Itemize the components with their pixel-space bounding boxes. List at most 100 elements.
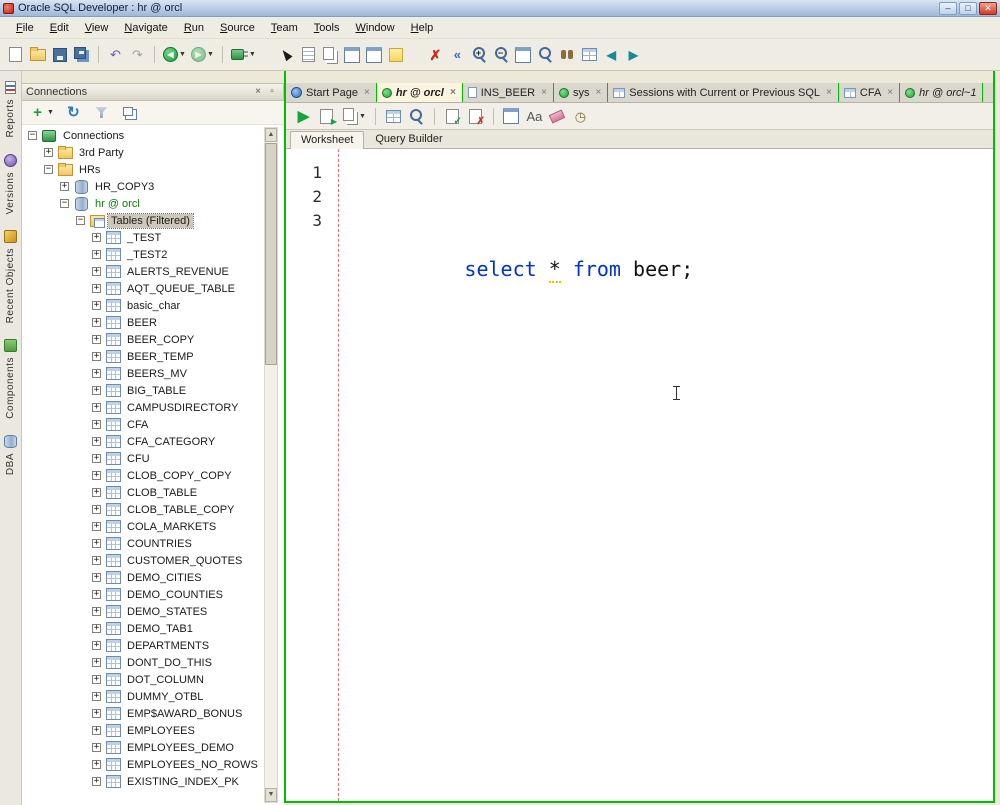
edit-doc-icon[interactable]: ▼ <box>299 44 318 66</box>
new-file-icon[interactable]: ▼ <box>6 44 25 66</box>
tree-expander[interactable]: + <box>92 777 101 786</box>
side-tab-versions[interactable]: Versions <box>4 154 17 214</box>
tree-expander[interactable]: + <box>92 573 101 582</box>
tree-expander[interactable]: + <box>92 709 101 718</box>
tree-item[interactable]: + CUSTOMER_QUOTES <box>22 552 284 569</box>
tree-item[interactable]: + COUNTRIES <box>22 535 284 552</box>
tree-item[interactable]: + BEERS_MV <box>22 365 284 382</box>
tree-expander[interactable]: − <box>60 199 69 208</box>
tree-expander[interactable]: + <box>44 148 53 157</box>
collapse-windows-icon[interactable]: ▼ <box>120 102 139 124</box>
tree-expander[interactable]: + <box>92 267 101 276</box>
worksheet-subtab[interactable]: Worksheet <box>290 131 364 149</box>
tree-item[interactable]: + _TEST <box>22 229 284 246</box>
tree-expander[interactable]: + <box>92 454 101 463</box>
tab-close-icon[interactable]: × <box>541 87 547 98</box>
tree-item[interactable]: + basic_char <box>22 297 284 314</box>
scrollbar-thumb[interactable] <box>265 143 277 365</box>
tree-item[interactable]: − Tables (Filtered) <box>22 212 284 229</box>
tree-item[interactable]: + ALERTS_REVENUE <box>22 263 284 280</box>
toolbar-button[interactable]: ▼ <box>260 44 274 66</box>
tree-expander[interactable]: + <box>92 590 101 599</box>
collapse-all-icon[interactable]: « ▼ <box>448 44 467 66</box>
tree-item[interactable]: + DOT_COLUMN <box>22 671 284 688</box>
tab-close-icon[interactable]: × <box>364 87 370 98</box>
tree-item[interactable]: + HR_COPY3 <box>22 178 284 195</box>
open-icon[interactable]: ▼ <box>28 44 47 66</box>
tree-item[interactable]: + BEER <box>22 314 284 331</box>
close-button[interactable]: ✕ <box>979 2 997 15</box>
save-icon[interactable]: ▼ <box>50 44 69 66</box>
editor-tab[interactable]: INS_BEER × <box>463 83 554 102</box>
tree-item[interactable]: + BEER_TEMP <box>22 348 284 365</box>
toolbar-button[interactable]: ▼ <box>409 44 423 66</box>
menu-item[interactable]: Tools <box>306 19 348 37</box>
tree-item[interactable]: + DUMMY_OTBL <box>22 688 284 705</box>
undo-icon[interactable]: ↶ ▼ <box>106 44 125 66</box>
tree-item[interactable]: + DEMO_COUNTIES <box>22 586 284 603</box>
menu-item[interactable]: Edit <box>42 19 77 37</box>
tree-item[interactable]: + EMP$AWARD_BONUS <box>22 705 284 722</box>
worksheet-toolbar-button[interactable]: ▼ <box>493 108 494 125</box>
delete-icon[interactable]: ✗ ▼ <box>426 44 445 66</box>
connections-icon[interactable]: ▼ <box>230 44 257 66</box>
tree-expander[interactable]: + <box>92 471 101 480</box>
tree-item[interactable]: + CFU <box>22 450 284 467</box>
tree-expander[interactable]: + <box>92 658 101 667</box>
minimize-button[interactable]: – <box>939 2 957 15</box>
pointer-icon[interactable]: ▼ <box>277 44 296 66</box>
tree-expander[interactable]: + <box>92 420 101 429</box>
unshared-worksheet-icon[interactable]: ▼ <box>502 105 521 127</box>
worksheet-toolbar-button[interactable]: ▼ <box>434 108 435 125</box>
tree-expander[interactable]: + <box>92 505 101 514</box>
tree-expander[interactable]: + <box>92 488 101 497</box>
tree-expander[interactable]: + <box>92 386 101 395</box>
tree-item[interactable]: + CLOB_TABLE_COPY <box>22 501 284 518</box>
add-connection-icon[interactable]: + ▼ <box>28 102 55 124</box>
tab-close-icon[interactable]: × <box>450 87 456 98</box>
tree-expander[interactable]: + <box>92 403 101 412</box>
editor-tab[interactable]: hr @ orcl~1 <box>900 83 983 102</box>
tree-item[interactable]: + 3rd Party <box>22 144 284 161</box>
side-tab-recent-objects[interactable]: Recent Objects <box>4 230 17 323</box>
tab-close-icon[interactable]: × <box>887 87 893 98</box>
forward-icon[interactable]: ▶ ▼ <box>190 44 215 66</box>
tree-item[interactable]: + COLA_MARKETS <box>22 518 284 535</box>
tree-item[interactable]: + CLOB_COPY_COPY <box>22 467 284 484</box>
tree-expander[interactable]: + <box>92 522 101 531</box>
back-icon[interactable]: ◀ ▼ <box>162 44 187 66</box>
scrollbar-up-button[interactable]: ▲ <box>265 128 277 142</box>
panel-collapse-button[interactable]: ▫ <box>265 86 279 99</box>
zoom-in-icon[interactable]: + ▼ <box>470 44 489 66</box>
tree-expander[interactable]: + <box>92 284 101 293</box>
worksheet-subtab[interactable]: Query Builder <box>364 130 453 148</box>
menu-item[interactable]: File <box>8 19 42 37</box>
toolbar-button[interactable]: ▼ <box>222 46 223 63</box>
editor-tab[interactable]: CFA × <box>839 83 900 102</box>
tree-item[interactable]: + DEMO_STATES <box>22 603 284 620</box>
tree-item[interactable]: − HRs <box>22 161 284 178</box>
nav-back-icon[interactable]: ◀ ▼ <box>602 44 621 66</box>
find-icon[interactable]: ▼ <box>558 44 577 66</box>
nav-forward-icon[interactable]: ▶ ▼ <box>624 44 643 66</box>
tree-expander[interactable]: + <box>92 301 101 310</box>
tree-expander[interactable]: + <box>92 369 101 378</box>
tree-item[interactable]: + CFA_CATEGORY <box>22 433 284 450</box>
tree-item[interactable]: + CLOB_TABLE <box>22 484 284 501</box>
tree-item[interactable]: + EMPLOYEES_DEMO <box>22 739 284 756</box>
filter-icon[interactable]: ▼ <box>92 102 111 124</box>
tree-item[interactable]: + DEMO_TAB1 <box>22 620 284 637</box>
maximize-button[interactable]: □ <box>959 2 977 15</box>
tree-scrollbar[interactable]: ▲ ▼ <box>264 127 278 803</box>
explain-plan-icon[interactable]: ▼ <box>407 105 426 127</box>
tree-item[interactable]: + DEPARTMENTS <box>22 637 284 654</box>
tab-close-icon[interactable]: × <box>826 87 832 98</box>
tree-expander[interactable]: + <box>92 352 101 361</box>
tree-expander[interactable]: − <box>76 216 85 225</box>
tree-expander[interactable]: + <box>92 250 101 259</box>
tree-expander[interactable]: + <box>92 539 101 548</box>
tree-item[interactable]: + CFA <box>22 416 284 433</box>
tree-item[interactable]: + DONT_DO_THIS <box>22 654 284 671</box>
tree-expander[interactable]: + <box>92 556 101 565</box>
tree-item[interactable]: + _TEST2 <box>22 246 284 263</box>
